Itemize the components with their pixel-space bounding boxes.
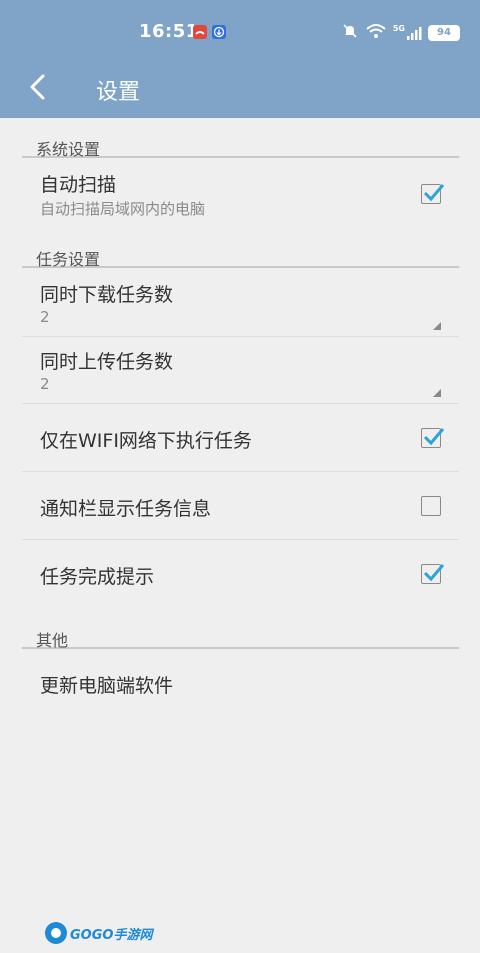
setting-value: 2 xyxy=(40,308,50,326)
setting-value: 2 xyxy=(40,375,50,393)
status-bar: 16:51 5G 94 xyxy=(0,18,480,48)
category-system-settings: 系统设置 xyxy=(22,136,459,159)
notification-task-info-checkbox[interactable] xyxy=(421,496,441,516)
chevron-left-icon xyxy=(30,74,45,100)
setting-label: 自动扫描 xyxy=(40,174,117,196)
setting-task-complete-alert[interactable]: 任务完成提示 xyxy=(22,540,459,608)
setting-label: 任务完成提示 xyxy=(40,566,155,588)
page-title: 设置 xyxy=(96,80,141,105)
download-notification-icon xyxy=(212,25,226,39)
dropdown-indicator-icon xyxy=(433,322,441,330)
setting-notification-task-info[interactable]: 通知栏显示任务信息 xyxy=(22,472,459,540)
watermark-logo: GOGO手游网 xyxy=(45,922,152,944)
checkmark-icon xyxy=(423,184,445,202)
category-title: 系统设置 xyxy=(36,140,101,159)
setting-wifi-only[interactable]: 仅在WIFI网络下执行任务 xyxy=(22,404,459,472)
back-button[interactable] xyxy=(22,70,52,104)
watermark-text: GOGO手游网 xyxy=(70,927,153,943)
setting-concurrent-downloads[interactable]: 同时下载任务数 2 xyxy=(22,270,459,337)
cellular-signal-icon: 5G xyxy=(393,25,422,41)
checkmark-icon xyxy=(423,564,445,582)
setting-label: 通知栏显示任务信息 xyxy=(40,498,212,520)
watermark-icon xyxy=(45,922,67,944)
missed-call-notification-icon xyxy=(193,25,207,39)
dropdown-indicator-icon xyxy=(433,389,441,397)
setting-label: 更新电脑端软件 xyxy=(40,675,174,697)
setting-auto-scan[interactable]: 自动扫描 自动扫描局域网内的电脑 xyxy=(22,160,459,226)
app-header: 16:51 5G 94 设置 xyxy=(0,0,480,118)
category-other: 其他 xyxy=(22,627,459,650)
category-task-settings: 任务设置 xyxy=(22,246,459,269)
system-icons: 5G 94 xyxy=(341,23,460,43)
setting-label: 同时下载任务数 xyxy=(40,284,174,306)
status-time: 16:51 xyxy=(139,21,199,42)
network-type-label: 5G xyxy=(392,24,405,33)
setting-label: 同时上传任务数 xyxy=(40,351,174,373)
mute-icon xyxy=(341,22,359,44)
task-complete-alert-checkbox[interactable] xyxy=(421,564,445,584)
setting-update-pc-software[interactable]: 更新电脑端软件 xyxy=(22,651,459,719)
checkmark-icon xyxy=(423,428,445,446)
category-title: 其他 xyxy=(36,631,69,650)
setting-summary: 自动扫描局域网内的电脑 xyxy=(40,200,206,218)
setting-concurrent-uploads[interactable]: 同时上传任务数 2 xyxy=(22,337,459,404)
wifi-icon xyxy=(365,22,387,44)
auto-scan-checkbox[interactable] xyxy=(421,184,445,204)
category-title: 任务设置 xyxy=(36,250,101,269)
wifi-only-checkbox[interactable] xyxy=(421,428,445,448)
setting-label: 仅在WIFI网络下执行任务 xyxy=(40,430,252,452)
battery-indicator: 94 xyxy=(428,25,460,41)
